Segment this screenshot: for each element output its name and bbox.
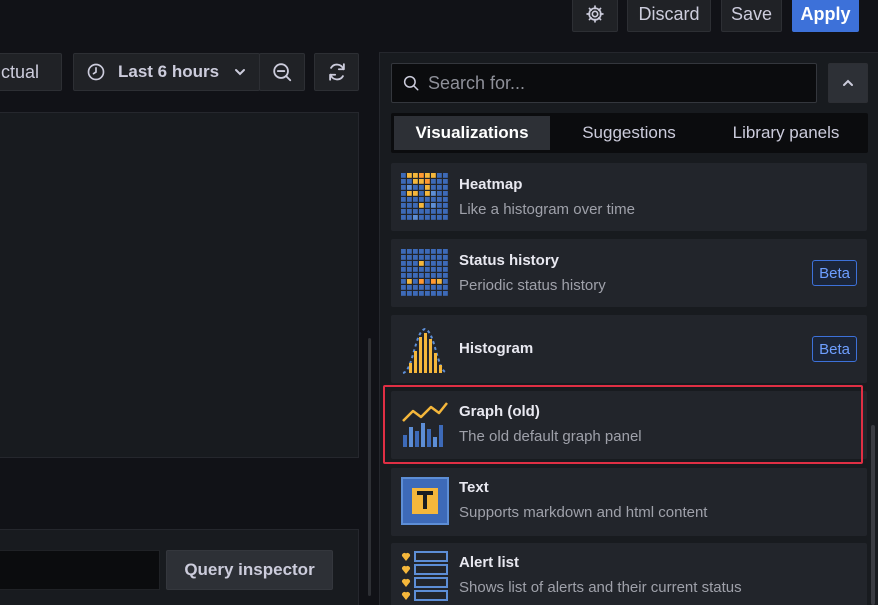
actual-toggle-button[interactable]: ctual: [0, 53, 62, 91]
actual-toggle-label: ctual: [0, 61, 39, 82]
heatmap-icon: [401, 173, 448, 220]
gear-icon: [586, 5, 604, 23]
text-icon: [401, 477, 449, 525]
visualization-title: Histogram: [459, 340, 534, 357]
visualization-description: Like a histogram over time: [459, 201, 635, 218]
tab-suggestions[interactable]: Suggestions: [552, 116, 706, 150]
tab-visualizations[interactable]: Visualizations: [394, 116, 550, 150]
status-history-icon: [401, 249, 448, 296]
highlight-outline: [383, 385, 863, 464]
query-tabs-bar: [0, 550, 160, 590]
picker-scrollbar[interactable]: [871, 425, 875, 605]
visualization-item-status-history[interactable]: Status history Periodic status history B…: [391, 239, 867, 307]
beta-badge: Beta: [812, 336, 857, 362]
settings-button[interactable]: [572, 0, 618, 32]
visualization-item-alert-list[interactable]: Alert list Shows list of alerts and thei…: [391, 543, 867, 605]
search-icon: [403, 75, 419, 91]
save-button[interactable]: Save: [721, 0, 782, 32]
visualization-title: Heatmap: [459, 176, 523, 193]
visualization-title: Text: [459, 479, 489, 496]
chevron-down-icon: [235, 69, 246, 76]
refresh-button[interactable]: [314, 53, 359, 91]
collapse-picker-button[interactable]: [828, 63, 868, 103]
histogram-icon: [402, 327, 448, 374]
time-range-picker[interactable]: Last 6 hours: [73, 53, 260, 91]
apply-button[interactable]: Apply: [792, 0, 859, 32]
time-range-label: Last 6 hours: [118, 62, 220, 81]
tab-library-panels[interactable]: Library panels: [708, 116, 864, 150]
visualization-item-heatmap[interactable]: Heatmap Like a histogram over time: [391, 163, 867, 231]
zoom-out-button[interactable]: [259, 53, 305, 91]
search-input[interactable]: Search for...: [391, 63, 817, 103]
zoom-out-icon: [273, 63, 292, 82]
refresh-icon: [328, 63, 345, 81]
pane-splitter-handle[interactable]: [368, 338, 371, 596]
visualization-description: Supports markdown and html content: [459, 504, 708, 521]
search-placeholder: Search for...: [428, 72, 526, 93]
panel-preview: [0, 112, 359, 458]
visualization-title: Status history: [459, 252, 560, 269]
visualization-item-histogram[interactable]: Histogram Beta: [391, 315, 867, 383]
visualization-item-text[interactable]: Text Supports markdown and html content: [391, 468, 867, 536]
visualization-title: Alert list: [459, 554, 520, 571]
chevron-up-icon: [843, 79, 853, 86]
query-inspector-button[interactable]: Query inspector: [166, 550, 333, 590]
beta-badge: Beta: [812, 260, 857, 286]
discard-button[interactable]: Discard: [627, 0, 711, 32]
visualization-description: Shows list of alerts and their current s…: [459, 579, 742, 596]
alert-list-icon: [401, 551, 448, 601]
visualization-description: Periodic status history: [459, 277, 606, 294]
clock-icon: [87, 63, 105, 81]
